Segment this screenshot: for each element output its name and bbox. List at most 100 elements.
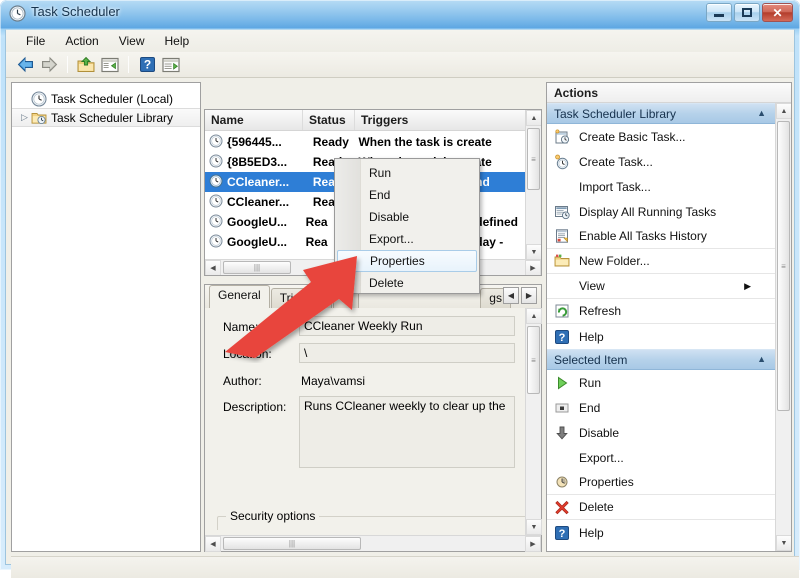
toolbar-separator-1 bbox=[67, 56, 68, 73]
task-clock-icon bbox=[209, 174, 225, 190]
action-label: Enable All Tasks History bbox=[579, 229, 707, 243]
field-value-name: CCleaner Weekly Run bbox=[299, 316, 515, 336]
maximize-button[interactable] bbox=[734, 3, 760, 22]
actions-vscrollbar[interactable]: ▲ ≡ ▼ bbox=[775, 103, 791, 551]
action-run[interactable]: Run bbox=[547, 370, 775, 395]
action-refresh[interactable]: Refresh bbox=[547, 299, 775, 324]
scroll-right-arrow[interactable]: ▶ bbox=[525, 536, 541, 552]
action-label: Run bbox=[579, 375, 602, 390]
action-label: Help bbox=[579, 525, 604, 540]
scrollbar-thumb[interactable]: ||| bbox=[223, 537, 361, 550]
table-row[interactable]: {596445... Ready When the task is create bbox=[205, 132, 525, 152]
collapse-up-icon[interactable]: ▲ bbox=[757, 108, 766, 118]
scroll-up-arrow[interactable]: ▲ bbox=[526, 110, 541, 126]
status-bar bbox=[11, 556, 799, 578]
menu-action[interactable]: Action bbox=[55, 32, 108, 50]
show-hide-action-pane-icon[interactable] bbox=[160, 54, 182, 76]
action-end[interactable]: End bbox=[547, 395, 775, 420]
disable-icon bbox=[554, 425, 570, 441]
task-name: {596445... bbox=[227, 135, 282, 149]
task-clock-icon bbox=[209, 154, 225, 170]
action-help-library[interactable]: ? Help bbox=[547, 324, 775, 349]
scroll-up-arrow[interactable]: ▲ bbox=[776, 103, 791, 119]
column-header-name[interactable]: Name bbox=[205, 110, 303, 130]
help-icon[interactable]: ? bbox=[136, 54, 158, 76]
tab-scroll-right-button[interactable]: ▶ bbox=[521, 287, 537, 304]
scrollbar-thumb[interactable]: ||| bbox=[223, 261, 291, 274]
action-new-folder[interactable]: New Folder... bbox=[547, 249, 775, 274]
close-button[interactable]: ✕ bbox=[762, 3, 793, 22]
action-label: Import Task... bbox=[579, 179, 651, 194]
scrollbar-thumb[interactable]: ≡ bbox=[777, 121, 790, 411]
action-export[interactable]: Export... bbox=[547, 445, 775, 470]
action-disable[interactable]: Disable bbox=[547, 420, 775, 445]
details-hscrollbar[interactable]: ◀ ||| ▶ bbox=[205, 535, 541, 552]
forward-icon[interactable] bbox=[38, 54, 60, 76]
refresh-icon bbox=[554, 303, 570, 319]
actions-group-header-library[interactable]: Task Scheduler Library ▲ bbox=[547, 103, 775, 124]
context-menu-item-properties[interactable]: Properties bbox=[337, 250, 477, 272]
up-folder-icon[interactable] bbox=[75, 54, 97, 76]
scroll-up-arrow[interactable]: ▲ bbox=[526, 308, 542, 324]
svg-text:?: ? bbox=[559, 528, 566, 540]
details-vscrollbar[interactable]: ▲ ≡ ▼ bbox=[525, 308, 542, 535]
tab-scroll-left-button[interactable]: ◀ bbox=[503, 287, 519, 304]
action-delete[interactable]: Delete bbox=[547, 495, 775, 520]
no-icon-placeholder bbox=[554, 450, 570, 466]
action-help-selected[interactable]: ? Help bbox=[547, 520, 775, 545]
task-clock-icon bbox=[209, 134, 225, 150]
tab-general[interactable]: General bbox=[209, 285, 270, 308]
action-label: Create Basic Task... bbox=[579, 129, 686, 144]
context-menu-item-run[interactable]: Run bbox=[335, 162, 479, 184]
tab-triggers[interactable]: Triggers bbox=[270, 288, 333, 308]
clock-icon bbox=[9, 5, 26, 22]
field-value-author: Maya\vamsi bbox=[301, 374, 366, 388]
details-body: Name: CCleaner Weekly Run Location: \ Au… bbox=[205, 308, 541, 530]
scroll-right-arrow[interactable]: ▶ bbox=[525, 260, 541, 275]
tree-item-task-scheduler-local[interactable]: Task Scheduler (Local) bbox=[12, 89, 200, 108]
task-clock-icon bbox=[209, 234, 225, 250]
task-list-vscrollbar[interactable]: ▲ ≡ ▼ bbox=[525, 110, 541, 260]
maximize-icon bbox=[735, 4, 759, 21]
collapse-up-icon[interactable]: ▲ bbox=[757, 354, 766, 364]
scroll-down-arrow[interactable]: ▼ bbox=[526, 244, 541, 260]
action-label: Create Task... bbox=[579, 154, 653, 169]
scroll-down-arrow[interactable]: ▼ bbox=[526, 519, 542, 535]
action-display-all-running-tasks[interactable]: Display All Running Tasks bbox=[547, 199, 775, 224]
back-icon[interactable] bbox=[14, 54, 36, 76]
folder-clock-icon bbox=[31, 110, 47, 126]
actions-pane-title: Actions bbox=[547, 83, 791, 103]
task-name: {8B5ED3... bbox=[227, 155, 288, 169]
action-label: Refresh bbox=[579, 304, 622, 318]
menu-view[interactable]: View bbox=[109, 32, 155, 50]
action-enable-all-tasks-history[interactable]: Enable All Tasks History bbox=[547, 224, 775, 249]
context-menu-item-export[interactable]: Export... bbox=[335, 228, 479, 250]
actions-group-label: Selected Item bbox=[554, 352, 628, 367]
chevron-right-icon[interactable]: ▷ bbox=[18, 111, 31, 124]
window-title: Task Scheduler bbox=[31, 4, 120, 19]
action-label: New Folder... bbox=[579, 254, 650, 268]
context-menu-item-end[interactable]: End bbox=[335, 184, 479, 206]
menu-file[interactable]: File bbox=[16, 32, 55, 50]
minimize-button[interactable] bbox=[706, 3, 732, 22]
scroll-left-arrow[interactable]: ◀ bbox=[205, 536, 221, 552]
menu-help[interactable]: Help bbox=[155, 32, 200, 50]
action-view[interactable]: View ▶ bbox=[547, 274, 775, 299]
scroll-left-arrow[interactable]: ◀ bbox=[205, 260, 221, 275]
create-basic-task-icon bbox=[554, 128, 570, 145]
context-menu-item-disable[interactable]: Disable bbox=[335, 206, 479, 228]
show-hide-console-tree-icon[interactable] bbox=[99, 54, 121, 76]
action-import-task[interactable]: Import Task... bbox=[547, 174, 775, 199]
action-create-task[interactable]: Create Task... bbox=[547, 149, 775, 174]
action-properties[interactable]: Properties bbox=[547, 470, 775, 495]
scroll-down-arrow[interactable]: ▼ bbox=[776, 535, 791, 551]
context-menu-item-delete[interactable]: Delete bbox=[335, 272, 479, 294]
action-create-basic-task[interactable]: Create Basic Task... bbox=[547, 124, 775, 149]
column-header-status[interactable]: Status bbox=[303, 110, 355, 130]
scrollbar-thumb[interactable]: ≡ bbox=[527, 128, 540, 190]
column-header-triggers[interactable]: Triggers bbox=[355, 110, 541, 130]
scrollbar-thumb[interactable]: ≡ bbox=[527, 326, 540, 394]
tree-item-task-scheduler-library[interactable]: ▷ Task Scheduler Library bbox=[12, 108, 200, 127]
actions-group-header-selected-item[interactable]: Selected Item ▲ bbox=[547, 349, 775, 370]
tree-item-label: Task Scheduler Library bbox=[51, 110, 174, 125]
